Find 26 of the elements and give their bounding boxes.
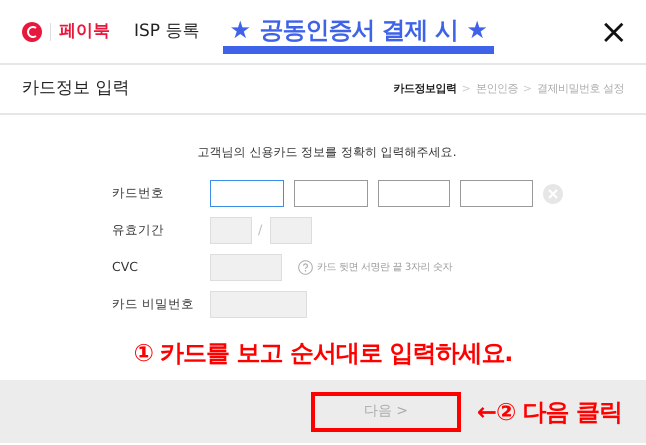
field-label: 카드 비밀번호 [112,295,195,314]
logo-icon [22,22,42,42]
progress-step: 카드정보입력 [394,80,457,98]
progress-step: 본인인증 [476,80,518,98]
hint-text: 카드 뒷면 서명란 끝 3자리 숫자 [317,261,452,275]
input-field[interactable] [210,180,284,207]
instruction-text: 고객님의 신용카드 정보를 정확히 입력해주세요. [196,144,458,161]
field-label: 유효기간 [112,221,165,240]
progress-step: 결제비밀번호 설정 [537,80,624,98]
help-icon [298,260,313,275]
brand-name: 페이북 [59,20,110,43]
page-title: ISP 등록 [134,20,200,43]
step-separator: > [522,80,532,97]
field-label: 카드번호 [112,184,165,202]
date-separator: / [258,222,262,240]
field-label: CVC [112,258,140,276]
input-field[interactable] [378,180,450,207]
banner-annotation: ★ 공동인증서 결제 시 ★ [223,17,494,54]
section-title: 카드정보 입력 [22,77,130,100]
close-button[interactable]: × [596,14,632,48]
step-separator: > [462,80,471,97]
input-field[interactable] [460,180,533,207]
click-annotation: ←② 다음 클릭 [476,396,622,428]
clear-icon[interactable] [543,184,563,204]
input-field[interactable] [294,180,368,207]
instruction-annotation: ① 카드를 보고 순서대로 입력하세요. [132,338,514,369]
